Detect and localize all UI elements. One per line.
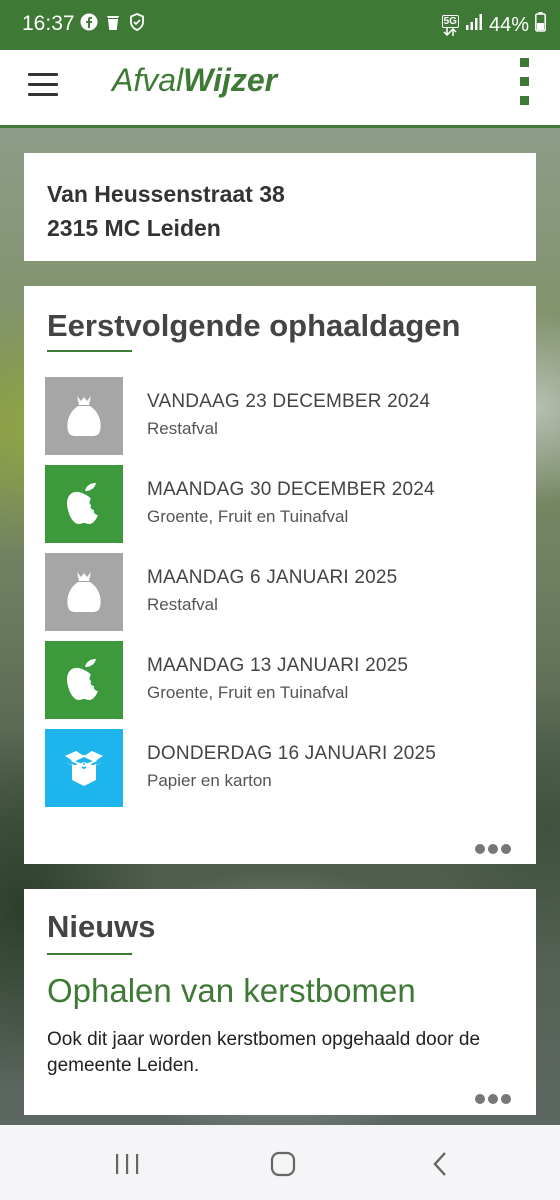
more-collections-icon[interactable] <box>475 844 511 854</box>
facebook-icon <box>80 13 98 31</box>
apple-icon <box>45 641 123 719</box>
collection-title: Eerstvolgende ophaaldagen <box>47 308 461 343</box>
back-icon[interactable] <box>428 1149 452 1179</box>
collection-date: MAANDAG 6 JANUARI 2025 <box>147 567 398 588</box>
bin-icon <box>104 13 122 31</box>
collection-type: Groente, Fruit en Tuinafval <box>147 683 349 702</box>
collection-type: Groente, Fruit en Tuinafval <box>147 507 349 526</box>
collection-item[interactable]: MAANDAG 6 JANUARI 2025 Restafval <box>45 553 515 631</box>
system-nav-bar <box>0 1125 560 1200</box>
battery-icon <box>535 12 546 38</box>
collection-date: DONDERDAG 16 JANUARI 2025 <box>147 743 437 764</box>
collection-date: MAANDAG 30 DECEMBER 2024 <box>147 479 435 500</box>
network-5g-icon: 5G <box>441 14 459 36</box>
collection-item[interactable]: MAANDAG 30 DECEMBER 2024 Groente, Fruit … <box>45 465 515 543</box>
collection-type: Papier en karton <box>147 771 272 790</box>
collection-item[interactable]: DONDERDAG 16 JANUARI 2025 Papier en kart… <box>45 729 515 807</box>
address-street: Van Heussenstraat 38 <box>47 181 285 207</box>
address-postcode-city: 2315 MC Leiden <box>47 215 221 241</box>
collection-date: VANDAAG 23 DECEMBER 2024 <box>147 391 431 412</box>
collection-item[interactable]: VANDAAG 23 DECEMBER 2024 Restafval <box>45 377 515 455</box>
app-logo: AfvalWijzer <box>112 62 278 98</box>
collection-dates-card: Eerstvolgende ophaaldagen VANDAAG 23 DEC… <box>24 286 536 864</box>
status-bar: 16:37 5G 44% <box>0 0 560 50</box>
collection-type: Restafval <box>147 595 218 614</box>
battery-level: 44% <box>488 13 529 36</box>
recent-apps-icon[interactable] <box>112 1149 142 1179</box>
shield-icon <box>128 13 146 31</box>
apple-icon <box>45 465 123 543</box>
news-body: Ook dit jaar worden kerstbomen opgehaald… <box>47 1029 481 1076</box>
news-headline[interactable]: Ophalen van kerstbomen <box>47 972 416 1010</box>
title-underline <box>47 350 132 352</box>
trash-bag-icon <box>45 553 123 631</box>
status-time: 16:37 <box>22 12 75 35</box>
title-underline <box>47 953 132 955</box>
collection-item[interactable]: MAANDAG 13 JANUARI 2025 Groente, Fruit e… <box>45 641 515 719</box>
collection-type: Restafval <box>147 419 218 438</box>
app-bar: AfvalWijzer <box>0 50 560 128</box>
signal-icon <box>465 13 483 37</box>
news-card: Nieuws Ophalen van kerstbomen Ook dit ja… <box>24 889 536 1115</box>
news-title: Nieuws <box>47 909 156 944</box>
box-icon <box>45 729 123 807</box>
more-news-icon[interactable] <box>475 1094 511 1104</box>
trash-bag-icon <box>45 377 123 455</box>
menu-icon[interactable] <box>28 73 60 97</box>
address-card[interactable]: Van Heussenstraat 38 2315 MC Leiden <box>24 153 536 261</box>
home-icon[interactable] <box>268 1149 298 1179</box>
overflow-menu-icon[interactable] <box>520 58 530 106</box>
collection-date: MAANDAG 13 JANUARI 2025 <box>147 655 409 676</box>
